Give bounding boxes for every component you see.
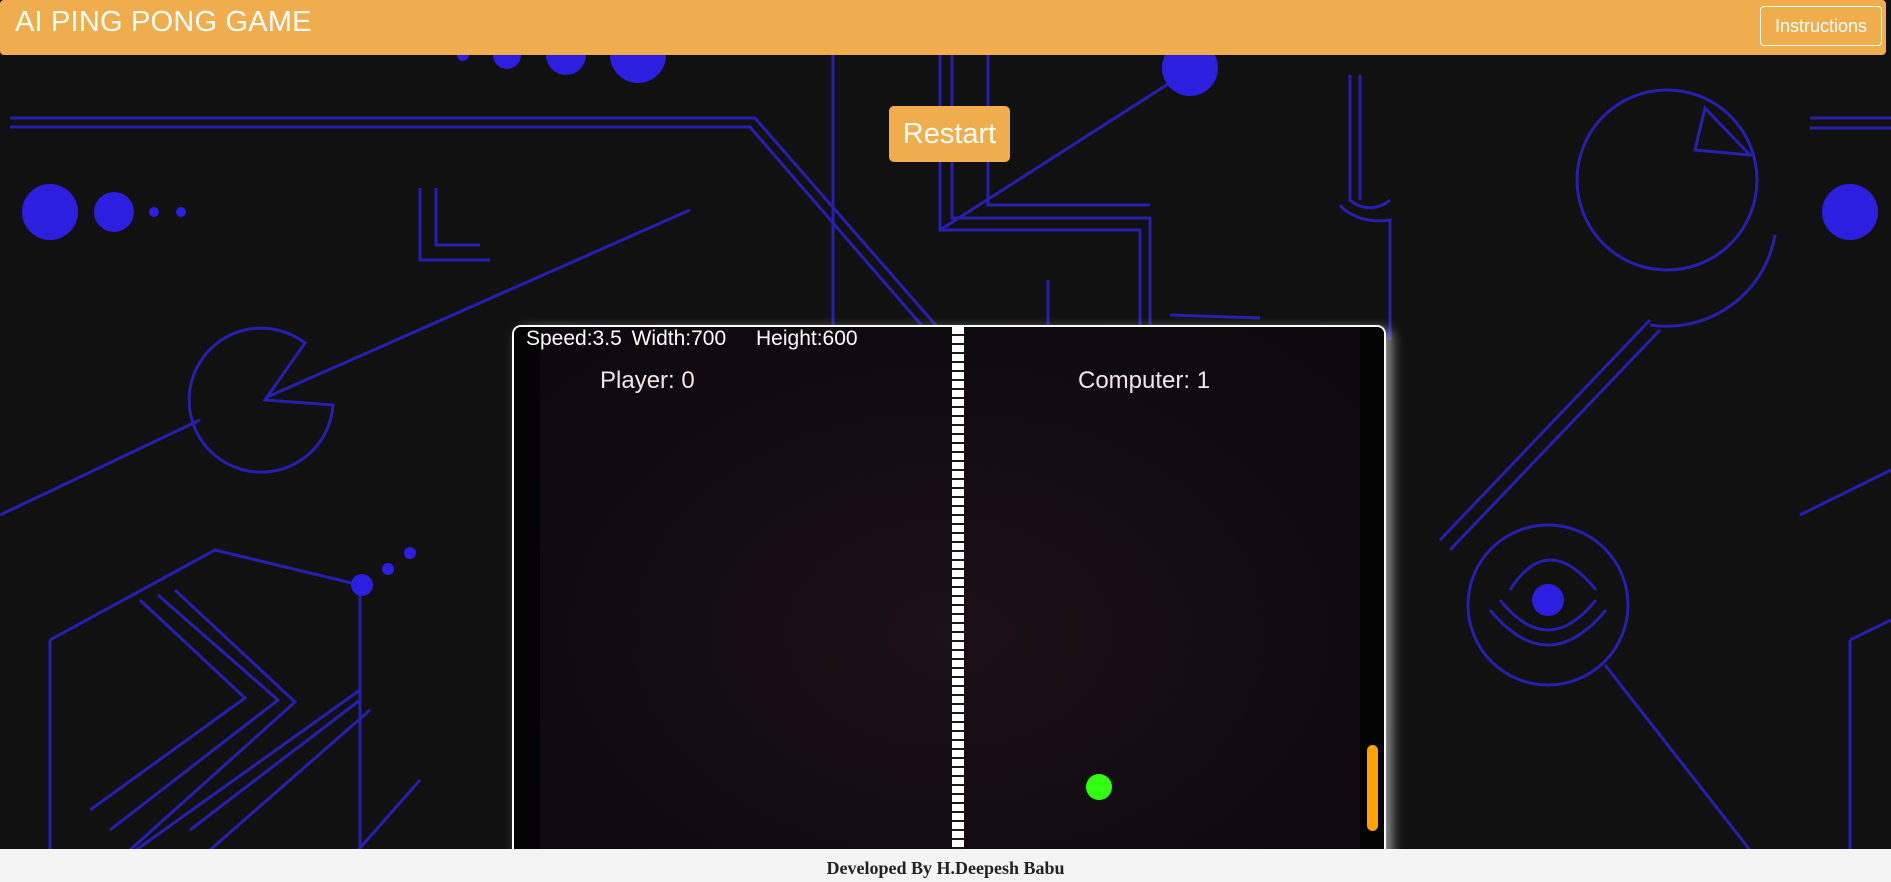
- footer: Developed By H.Deepesh Babu: [0, 849, 1891, 882]
- app-title: AI PING PONG GAME: [15, 6, 312, 38]
- instructions-button[interactable]: Instructions: [1759, 6, 1882, 46]
- height-readout: Height:600: [756, 327, 858, 350]
- width-readout: Width:700: [631, 327, 727, 350]
- game-info-bar: Speed:3.5 Width:700 Height:600: [526, 327, 862, 351]
- ball: [1086, 774, 1112, 800]
- developer-credit: Developed By H.Deepesh Babu: [826, 858, 1065, 878]
- center-net: [952, 327, 964, 882]
- speed-readout: Speed:3.5: [526, 327, 622, 350]
- top-navbar: AI PING PONG GAME Instructions: [0, 0, 1886, 55]
- game-board[interactable]: Speed:3.5 Width:700 Height:600 Player: 0…: [512, 325, 1386, 882]
- computer-paddle: [1367, 745, 1378, 831]
- page: AI PING PONG GAME Instructions Restart S…: [0, 0, 1891, 882]
- restart-button[interactable]: Restart: [889, 106, 1010, 162]
- player-score: Player: 0: [600, 367, 695, 394]
- player-gutter: [514, 327, 540, 882]
- computer-score: Computer: 1: [1078, 367, 1211, 394]
